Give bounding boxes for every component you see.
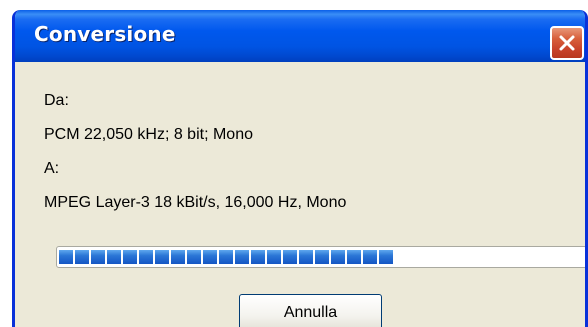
cancel-button[interactable]: Annulla [239,294,382,327]
progress-fill [59,250,395,264]
close-button[interactable] [550,26,584,60]
progress-segment [251,250,265,264]
progress-segment [187,250,201,264]
progress-segment [267,250,281,264]
close-icon [558,34,576,52]
progress-segment [379,250,393,264]
progress-segment [139,250,153,264]
progress-segment [363,250,377,264]
conversion-dialog: Conversione Da: PCM 22,050 kHz; 8 bit; M… [12,10,588,327]
progress-segment [283,250,297,264]
progress-segment [347,250,361,264]
to-format: MPEG Layer-3 18 kBit/s, 16,000 Hz, Mono [44,194,347,211]
dialog-title: Conversione [34,22,176,46]
progress-segment [91,250,105,264]
progress-bar [56,246,585,268]
dialog-body: Da: PCM 22,050 kHz; 8 bit; Mono A: MPEG … [15,62,585,327]
to-label: A: [44,160,60,177]
progress-segment [203,250,217,264]
progress-segment [219,250,233,264]
progress-segment [75,250,89,264]
from-format: PCM 22,050 kHz; 8 bit; Mono [44,126,253,143]
title-bar[interactable]: Conversione [15,10,585,62]
from-label: Da: [44,92,69,109]
progress-segment [171,250,185,264]
progress-segment [107,250,121,264]
progress-segment [59,250,73,264]
progress-segment [299,250,313,264]
progress-segment [155,250,169,264]
progress-segment [235,250,249,264]
progress-segment [315,250,329,264]
progress-segment [331,250,345,264]
progress-segment [123,250,137,264]
